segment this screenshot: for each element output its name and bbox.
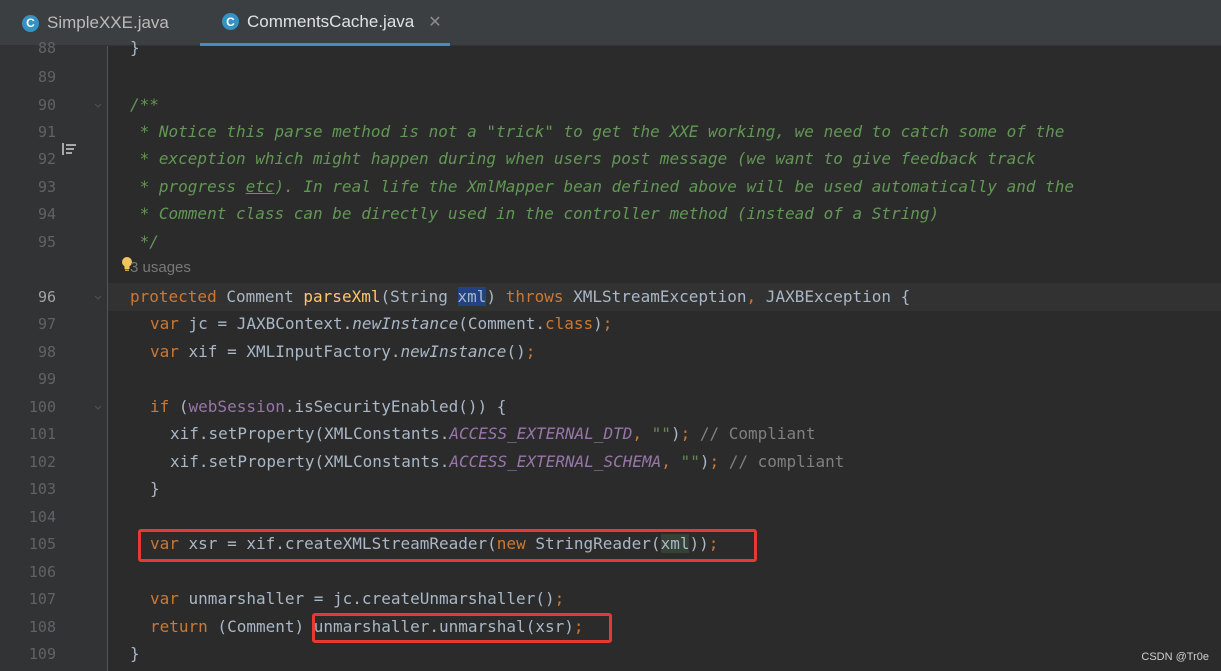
code-line-101: xif.setProperty(XMLConstants.ACCESS_EXTE… bbox=[170, 424, 816, 443]
code-line-90: /** bbox=[130, 95, 159, 114]
java-class-icon: C bbox=[22, 14, 39, 32]
code-line-88: } bbox=[130, 38, 140, 57]
code-line-92: * exception which might happen during wh… bbox=[130, 149, 1036, 168]
line-number: 89 bbox=[37, 68, 56, 86]
line-number: 95 bbox=[37, 233, 56, 251]
line-number: 109 bbox=[28, 645, 56, 663]
doc-render-icon[interactable] bbox=[62, 143, 76, 155]
line-number: 106 bbox=[28, 563, 56, 581]
line-number: 88 bbox=[37, 39, 56, 57]
line-number: 97 bbox=[37, 315, 56, 333]
line-number: 98 bbox=[37, 343, 56, 361]
code-line-102: xif.setProperty(XMLConstants.ACCESS_EXTE… bbox=[170, 452, 845, 471]
line-number: 100 bbox=[28, 398, 56, 416]
tab-label: SimpleXXE.java bbox=[47, 13, 169, 32]
line-number: 105 bbox=[28, 535, 56, 553]
editor-tab-bar: C SimpleXXE.java C CommentsCache.java ✕ bbox=[0, 0, 1221, 46]
code-line-100: if (webSession.isSecurityEnabled()) { bbox=[150, 397, 507, 416]
code-line-97: var jc = JAXBContext.newInstance(Comment… bbox=[150, 314, 613, 333]
code-line-95: */ bbox=[130, 232, 159, 251]
selected-param: xml bbox=[457, 287, 487, 306]
annotation-box-unmarshal bbox=[312, 613, 612, 643]
line-number: 93 bbox=[37, 178, 56, 196]
line-number: 94 bbox=[37, 205, 56, 223]
line-number: 90 bbox=[37, 96, 56, 114]
code-line-96: protected Comment parseXml(String xml) t… bbox=[130, 287, 911, 306]
watermark: CSDN @Tr0e bbox=[1141, 651, 1209, 663]
line-number: 91 bbox=[37, 123, 56, 141]
code-editor[interactable]: } /** * Notice this parse method is not … bbox=[108, 38, 1221, 671]
java-class-icon: C bbox=[222, 13, 239, 30]
code-line-103: } bbox=[150, 479, 160, 498]
code-line-98: var xif = XMLInputFactory.newInstance(); bbox=[150, 342, 536, 361]
code-line-109: } bbox=[130, 644, 140, 663]
code-line-93: * progress etc). In real life the XmlMap… bbox=[130, 177, 1075, 196]
close-icon[interactable]: ✕ bbox=[428, 12, 441, 32]
line-number: 96 bbox=[37, 288, 56, 306]
line-number: 103 bbox=[28, 480, 56, 498]
tab-commentscache[interactable]: C CommentsCache.java ✕ bbox=[200, 0, 450, 46]
line-number: 101 bbox=[28, 425, 56, 443]
line-number: 108 bbox=[28, 618, 56, 636]
code-line-94: * Comment class can be directly used in … bbox=[130, 204, 940, 223]
code-line-91: * Notice this parse method is not a "tri… bbox=[130, 122, 1065, 141]
annotation-box-xml-reader bbox=[138, 529, 757, 562]
usages-hint[interactable]: 3 usages bbox=[130, 259, 191, 276]
fold-arrow-icon[interactable] bbox=[94, 102, 102, 110]
line-number: 102 bbox=[28, 453, 56, 471]
fold-arrow-icon[interactable] bbox=[94, 404, 102, 412]
line-number: 107 bbox=[28, 590, 56, 608]
line-number: 99 bbox=[37, 370, 56, 388]
code-line-107: var unmarshaller = jc.createUnmarshaller… bbox=[150, 589, 565, 608]
tab-label: CommentsCache.java bbox=[247, 11, 415, 31]
line-number: 104 bbox=[28, 508, 56, 526]
line-number-gutter: 88 89 90 91 92 93 94 95 96 97 98 99 100 … bbox=[0, 39, 108, 671]
fold-arrow-icon[interactable] bbox=[94, 294, 102, 302]
line-number: 92 bbox=[37, 150, 56, 168]
